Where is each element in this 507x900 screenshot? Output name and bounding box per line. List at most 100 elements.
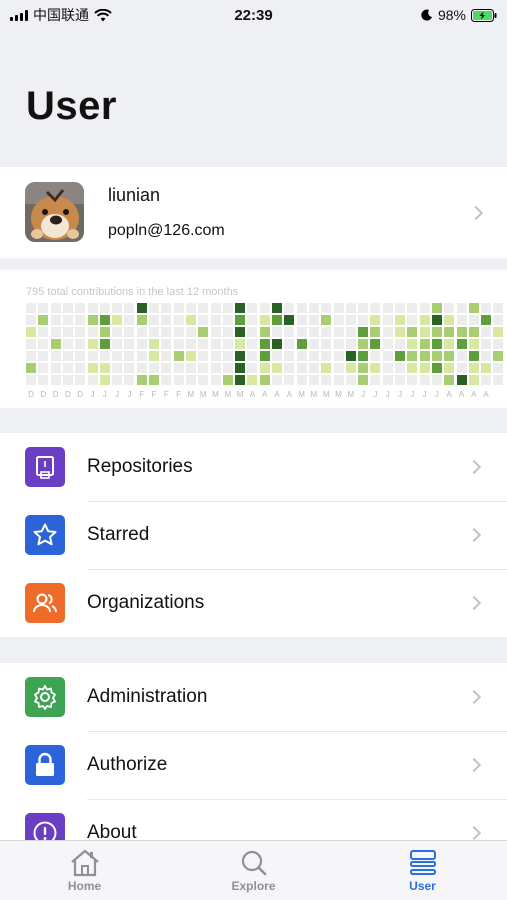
contribution-cell [136, 375, 147, 385]
month-label: M [199, 390, 207, 399]
chevron-right-icon [466, 459, 482, 475]
contribution-cell [272, 339, 282, 349]
contribution-cell [345, 351, 356, 361]
contribution-cell [75, 351, 86, 361]
contribution-cell [345, 303, 356, 313]
contribution-cell [161, 363, 172, 373]
contribution-cell [431, 339, 442, 349]
contribution-cell [493, 363, 504, 373]
contribution-cell [222, 327, 233, 337]
contribution-cell [87, 327, 98, 337]
contribution-cell [321, 315, 332, 325]
contribution-cell [259, 315, 270, 325]
tab-user[interactable]: User [338, 841, 507, 900]
contribution-cell [321, 303, 332, 313]
contribution-cell [38, 351, 49, 361]
contribution-cell [136, 363, 147, 373]
contribution-cell [50, 339, 61, 349]
contribution-cell [173, 327, 184, 337]
contribution-cell [333, 351, 344, 361]
contribution-cell [149, 351, 159, 361]
tab-home[interactable]: Home [0, 841, 169, 900]
contribution-cell [444, 351, 455, 361]
contribution-cell [370, 339, 381, 349]
contribution-cell [161, 375, 172, 385]
profile-card[interactable]: liunian popln@126.com [0, 167, 507, 258]
contribution-cell [345, 339, 356, 349]
contribution-cell [284, 315, 295, 325]
contribution-cell [247, 351, 258, 361]
contribution-cell [149, 375, 159, 385]
contribution-cell [198, 339, 209, 349]
month-label: A [471, 390, 477, 399]
organizations-row[interactable]: Organizations [0, 569, 507, 637]
moon-icon [421, 9, 432, 21]
administration-row[interactable]: Administration [0, 663, 507, 731]
contribution-cell [50, 351, 61, 361]
contribution-cell [26, 327, 36, 337]
avatar [25, 182, 84, 242]
authorize-row[interactable]: Authorize [0, 731, 507, 799]
contribution-cell [149, 363, 159, 373]
contribution-cell [493, 327, 504, 337]
contribution-cell [38, 339, 49, 349]
contribution-cell [308, 375, 319, 385]
contribution-cell [308, 351, 319, 361]
contribution-cell [26, 375, 36, 385]
contribution-cell [210, 339, 221, 349]
contribution-cell [222, 339, 233, 349]
contribution-cell [395, 375, 405, 385]
contribution-cell [308, 315, 319, 325]
contribution-cell [62, 351, 73, 361]
tab-explore[interactable]: Explore [169, 841, 338, 900]
contribution-cell [136, 327, 147, 337]
contribution-cell [112, 327, 123, 337]
organizations-label: Organizations [87, 592, 205, 613]
contribution-cell [50, 303, 61, 313]
month-label: M [187, 390, 195, 399]
contribution-cell [284, 327, 295, 337]
contribution-cell [247, 303, 258, 313]
contribution-cell [38, 375, 49, 385]
contribution-cell [173, 339, 184, 349]
contribution-cell [99, 339, 110, 349]
contribution-cell [272, 327, 282, 337]
contribution-cell [210, 303, 221, 313]
month-label: A [446, 390, 452, 399]
tab-user-label: User [409, 879, 436, 893]
contribution-cell [444, 339, 455, 349]
contribution-cell [468, 315, 479, 325]
contribution-cell [468, 375, 479, 385]
contribution-cell [272, 303, 282, 313]
contribution-cell [431, 363, 442, 373]
contribution-cell [173, 315, 184, 325]
contribution-cell [358, 327, 369, 337]
month-label: J [422, 390, 427, 399]
contribution-cell [185, 363, 196, 373]
contribution-cell [149, 315, 159, 325]
contribution-cell [161, 303, 172, 313]
starred-row[interactable]: Starred [0, 501, 507, 569]
contribution-cell [370, 303, 381, 313]
contribution-cell [493, 315, 504, 325]
authorize-label: Authorize [87, 754, 168, 775]
month-label: J [373, 390, 378, 399]
contribution-cell [259, 339, 270, 349]
contribution-cell [431, 315, 442, 325]
contribution-cell [333, 363, 344, 373]
contribution-cell [222, 375, 233, 385]
repositories-row[interactable]: Repositories [0, 433, 507, 501]
contribution-cell [456, 339, 467, 349]
repositories-label: Repositories [87, 456, 193, 477]
contribution-cell [358, 339, 369, 349]
contribution-cell [75, 375, 86, 385]
month-label: J [410, 390, 415, 399]
contribution-cell [456, 351, 467, 361]
contribution-cell [173, 303, 184, 313]
contribution-cell [87, 315, 98, 325]
contribution-cell [431, 303, 442, 313]
contribution-cell [112, 375, 123, 385]
contribution-cell [272, 315, 282, 325]
contribution-cell [124, 363, 135, 373]
contribution-cell [395, 363, 405, 373]
